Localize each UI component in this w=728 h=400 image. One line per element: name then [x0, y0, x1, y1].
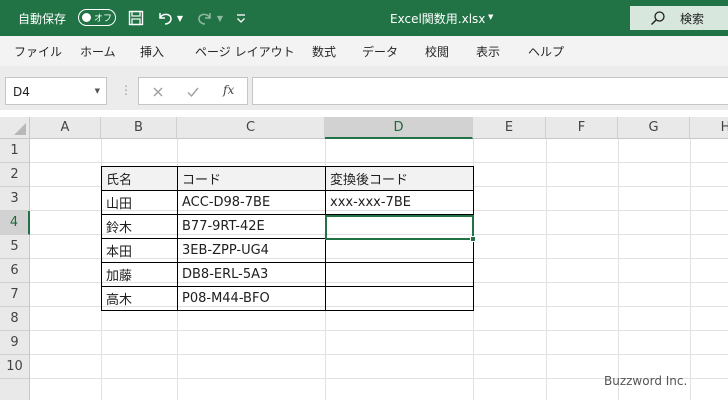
- row-header-10[interactable]: 10: [0, 355, 30, 379]
- tab-insert[interactable]: 挿入: [140, 43, 164, 60]
- tab-formulas[interactable]: 数式: [312, 43, 336, 60]
- column-header-c[interactable]: C: [177, 117, 325, 139]
- column-header-g[interactable]: G: [618, 117, 690, 139]
- cell-d6[interactable]: [325, 262, 474, 287]
- gridline: [30, 354, 728, 355]
- cell-b2[interactable]: 氏名: [101, 166, 178, 191]
- ribbon-tabs: ファイル ホーム 挿入 ページ レイアウト 数式 データ 校閲 表示 ヘルプ: [0, 36, 728, 66]
- select-all-button[interactable]: [0, 117, 30, 139]
- redo-icon[interactable]: [195, 8, 215, 28]
- row-header-1[interactable]: 1: [0, 139, 30, 163]
- column-header-e[interactable]: E: [473, 117, 546, 139]
- cancel-icon[interactable]: [151, 84, 165, 103]
- cell-b7[interactable]: 高木: [101, 286, 178, 311]
- row-header-5[interactable]: 5: [0, 235, 30, 259]
- search-label: 検索: [680, 12, 705, 26]
- fill-handle[interactable]: [470, 236, 476, 242]
- save-icon[interactable]: [126, 8, 146, 28]
- select-all-triangle-icon: [14, 123, 26, 135]
- cell-c7[interactable]: P08-M44-BFO: [177, 286, 326, 311]
- search-box[interactable]: 検索: [630, 6, 728, 30]
- row-header-3[interactable]: 3: [0, 187, 30, 211]
- cell-d2[interactable]: 変換後コード: [325, 166, 474, 191]
- column-header-f[interactable]: F: [546, 117, 618, 139]
- gridline: [618, 139, 619, 400]
- row-header-11[interactable]: [0, 379, 30, 400]
- watermark: Buzzword Inc.: [604, 374, 688, 388]
- cell-d4[interactable]: [325, 214, 474, 239]
- cell-c2[interactable]: コード: [177, 166, 326, 191]
- cell-c5[interactable]: 3EB-ZPP-UG4: [177, 238, 326, 263]
- autosave-state: オフ: [94, 14, 113, 24]
- row-header-9[interactable]: 9: [0, 331, 30, 355]
- formula-bar: D4 ▼ ⋮ fx: [0, 76, 728, 110]
- redo-dropdown-icon[interactable]: ▼: [215, 8, 225, 28]
- search-icon: [650, 10, 666, 30]
- toggle-knob: [82, 12, 91, 22]
- cell-b6[interactable]: 加藤: [101, 262, 178, 287]
- enter-icon[interactable]: [186, 84, 200, 103]
- tab-data[interactable]: データ: [362, 43, 398, 60]
- formula-bar-handle-icon[interactable]: ⋮: [120, 83, 132, 97]
- tab-help[interactable]: ヘルプ: [528, 43, 564, 60]
- tab-review[interactable]: 校閲: [425, 43, 449, 60]
- gridline: [30, 330, 728, 331]
- cell-c3[interactable]: ACC-D98-7BE: [177, 190, 326, 215]
- row-header-6[interactable]: 6: [0, 259, 30, 283]
- name-box[interactable]: D4 ▼: [5, 77, 107, 105]
- customize-toolbar-icon[interactable]: [234, 8, 248, 28]
- undo-dropdown-icon[interactable]: ▼: [175, 8, 185, 28]
- formula-buttons: fx: [138, 77, 248, 105]
- row-header-4[interactable]: 4: [0, 211, 30, 235]
- formula-input[interactable]: [252, 77, 728, 105]
- column-header-a[interactable]: A: [30, 117, 101, 139]
- name-box-value: D4: [13, 85, 30, 99]
- gridline: [690, 139, 691, 400]
- worksheet-grid[interactable]: A B C D E F G H 1 2 3 4 5 6 7 8 9 10 氏名 …: [0, 117, 728, 400]
- title-bar: 自動保存 オフ ▼ ▼ Excel関数用.xlsx ▼ 検索: [0, 0, 728, 36]
- tab-view[interactable]: 表示: [476, 43, 500, 60]
- row-header-2[interactable]: 2: [0, 163, 30, 187]
- ribbon-collapsed-area: [0, 66, 728, 76]
- insert-function-icon[interactable]: fx: [223, 83, 234, 97]
- row-header-7[interactable]: 7: [0, 283, 30, 307]
- cell-b3[interactable]: 山田: [101, 190, 178, 215]
- gridline: [546, 139, 547, 400]
- row-header-8[interactable]: 8: [0, 307, 30, 331]
- tab-file[interactable]: ファイル: [14, 43, 62, 60]
- cell-b4[interactable]: 鈴木: [101, 214, 178, 239]
- cell-b5[interactable]: 本田: [101, 238, 178, 263]
- autosave-label: 自動保存: [18, 12, 67, 26]
- cell-d3[interactable]: xxx-xxx-7BE: [325, 190, 474, 215]
- document-title[interactable]: Excel関数用.xlsx: [390, 10, 485, 27]
- name-box-dropdown-icon[interactable]: ▼: [95, 87, 100, 95]
- column-header-d[interactable]: D: [325, 117, 473, 139]
- cell-c4[interactable]: B77-9RT-42E: [177, 214, 326, 239]
- cell-d7[interactable]: [325, 286, 474, 311]
- undo-icon[interactable]: [155, 8, 175, 28]
- cell-d5[interactable]: [325, 238, 474, 263]
- cell-c6[interactable]: DB8-ERL-5A3: [177, 262, 326, 287]
- column-header-h[interactable]: H: [690, 117, 728, 139]
- document-title-dropdown-icon[interactable]: ▼: [488, 13, 493, 21]
- tab-home[interactable]: ホーム: [80, 43, 116, 60]
- tab-page-layout[interactable]: ページ レイアウト: [195, 43, 295, 60]
- autosave-toggle[interactable]: オフ: [78, 9, 116, 26]
- column-header-b[interactable]: B: [101, 117, 177, 139]
- gridline: [30, 162, 728, 163]
